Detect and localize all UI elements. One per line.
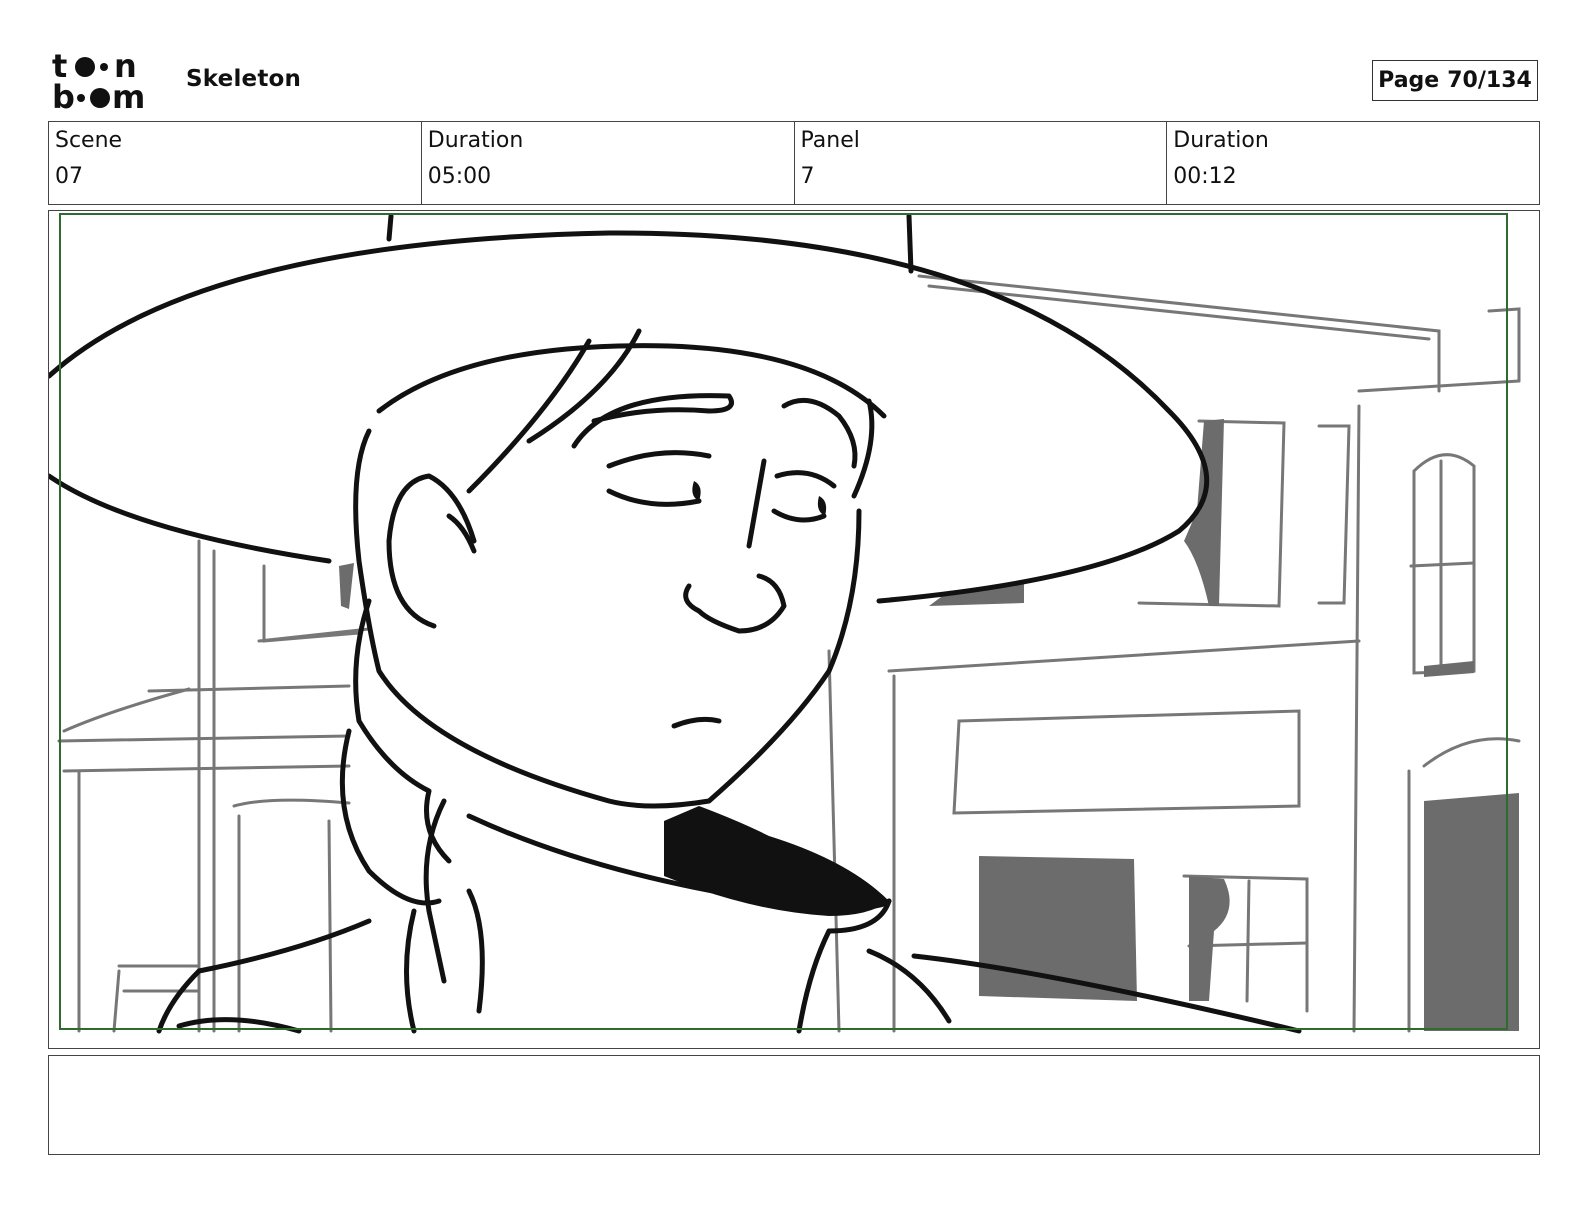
svg-text:b: b	[52, 78, 75, 112]
background-shadows	[339, 419, 1519, 1031]
storyboard-drawing	[49, 213, 1521, 1034]
panel-duration-value: 00:12	[1173, 164, 1237, 189]
scene-value: 07	[55, 164, 83, 189]
background-buildings-sketch	[57, 274, 1521, 1033]
panel-notes-box	[48, 1055, 1540, 1155]
scene-cell: Scene 07	[49, 122, 422, 204]
page-number: 70/134	[1447, 68, 1532, 93]
collar-shadow	[664, 481, 889, 916]
page-indicator: Page 70/134	[1372, 60, 1538, 101]
panel-label: Panel	[800, 128, 860, 153]
panel-cell: Panel 7	[795, 122, 1168, 204]
svg-text:m: m	[112, 78, 145, 112]
scene-label: Scene	[55, 128, 123, 153]
scene-duration-cell: Duration 05:00	[422, 122, 795, 204]
project-title: Skeleton	[186, 66, 302, 92]
panel-value: 7	[800, 164, 815, 189]
panel-info-table: Scene 07 Duration 05:00 Panel 7 Duration…	[48, 121, 1540, 205]
toonboom-logo: t n b m	[52, 47, 164, 116]
panel-duration-label: Duration	[1173, 128, 1269, 153]
panel-duration-cell: Duration 00:12	[1167, 122, 1539, 204]
page-label: Page	[1378, 68, 1440, 93]
scene-duration-value: 05:00	[427, 164, 492, 189]
scene-duration-label: Duration	[427, 128, 524, 153]
storyboard-panel-image	[48, 210, 1540, 1049]
